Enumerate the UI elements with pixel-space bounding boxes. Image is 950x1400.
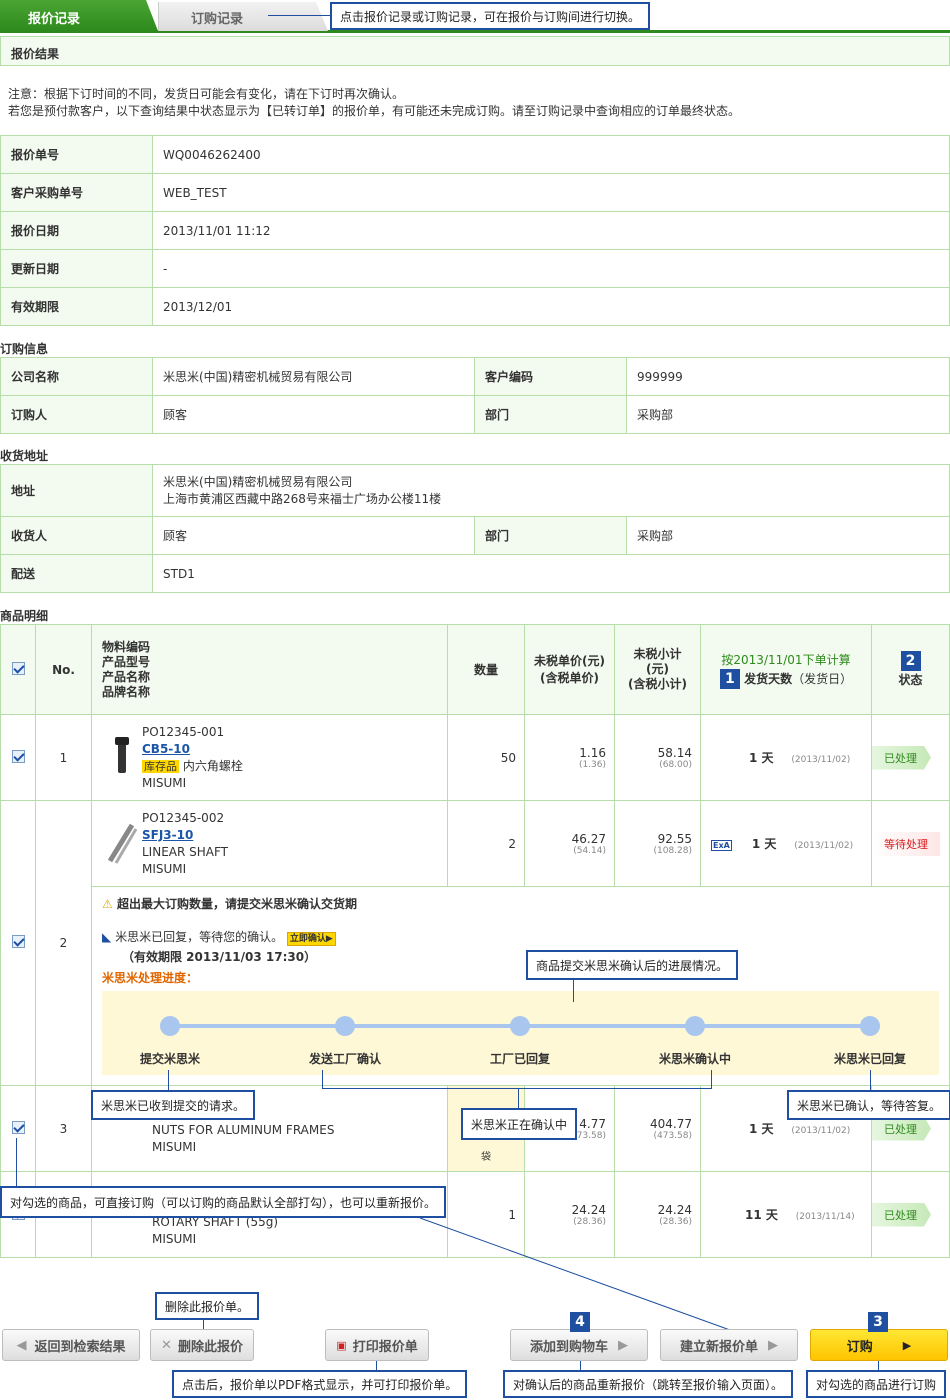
button-label: 添加到购物车	[529, 1339, 608, 1355]
leader-diagonal	[419, 1217, 731, 1331]
arrow-right-icon: ▶	[902, 1338, 912, 1352]
close-icon: ✕	[161, 1337, 172, 1353]
order-button[interactable]: 订购 ▶	[810, 1329, 948, 1361]
button-label: 删除此报价	[177, 1339, 243, 1355]
add-to-cart-button[interactable]: 添加到购物车 ▶	[510, 1329, 648, 1361]
badge-4: 4	[570, 1312, 590, 1332]
arrow-right-icon: ▶	[618, 1337, 628, 1353]
leader-line	[203, 1320, 204, 1329]
button-label: 返回到检索结果	[34, 1339, 126, 1355]
button-label: 打印报价单	[352, 1339, 418, 1355]
arrow-right-icon: ▶	[768, 1337, 778, 1353]
arrow-left-icon: ◀	[16, 1337, 27, 1353]
button-label: 建立新报价单	[679, 1339, 758, 1355]
leader-line	[376, 1361, 377, 1370]
callout-order: 对勾选的商品进行订购	[806, 1370, 947, 1398]
pdf-icon: ▣	[336, 1338, 347, 1352]
callout-delete: 删除此报价单。	[155, 1292, 260, 1320]
button-label: 订购	[846, 1339, 873, 1355]
leader-line	[580, 1361, 581, 1370]
delete-quote-button[interactable]: ✕ 删除此报价	[150, 1329, 254, 1361]
back-to-results-button[interactable]: ◀ 返回到检索结果	[2, 1329, 140, 1361]
leader-line	[878, 1361, 879, 1370]
callout-requote: 对确认后的商品重新报价（跳转至报价输入页面）。	[503, 1370, 794, 1398]
badge-3: 3	[868, 1312, 888, 1332]
callout-print: 点击后，报价单以PDF格式显示，并可打印报价单。	[172, 1370, 468, 1398]
new-quote-button[interactable]: 建立新报价单 ▶	[660, 1329, 798, 1361]
print-quote-button[interactable]: ▣ 打印报价单	[325, 1329, 429, 1361]
